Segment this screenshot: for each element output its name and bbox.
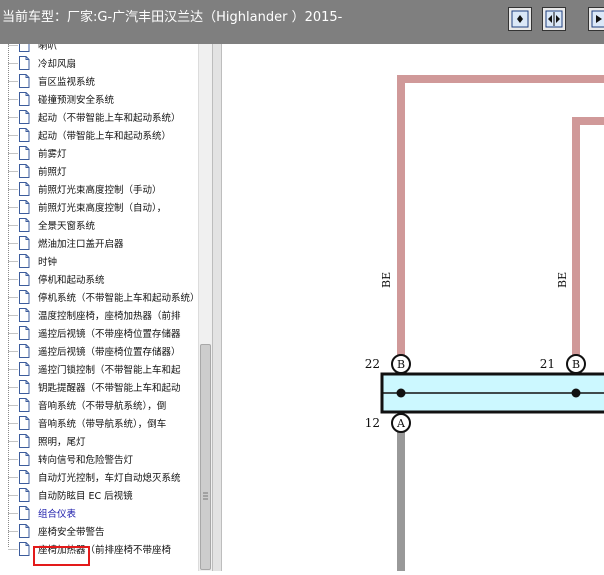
junction-dot-right <box>571 388 581 398</box>
document-icon <box>19 344 30 358</box>
sidebar-item-label: 遥控后视镜（不带座椅位置存储器 <box>38 329 181 340</box>
sidebar-item-label: 停机系统（不带智能上车和起动系统） <box>38 293 200 304</box>
sidebar-item-label: 全景天窗系统 <box>38 221 96 232</box>
sidebar-tree: 喇叭冷却风扇盲区监视系统碰撞预测安全系统起动（不带智能上车和起动系统） 起动（带智… <box>0 44 212 571</box>
document-icon <box>19 110 30 124</box>
document-icon <box>19 488 30 502</box>
sidebar-item-label: 前照灯 <box>38 167 67 178</box>
grip-icon <box>203 492 208 500</box>
document-icon <box>19 506 30 520</box>
sidebar-item-label: 照明，尾灯 <box>38 437 86 448</box>
next-button[interactable] <box>588 7 604 31</box>
document-icon <box>19 398 30 412</box>
title-bar: 当前车型：厂家:G-广汽丰田汉兰达（Highlander ）2015- <box>0 0 604 44</box>
document-icon <box>19 542 30 556</box>
sidebar-item-label: 组合仪表 <box>38 509 77 520</box>
document-icon <box>19 326 30 340</box>
sidebar-item-label: 碰撞预测安全系统 <box>38 95 115 106</box>
sidebar-item-label: 燃油加注口盖开启器 <box>38 239 124 250</box>
sidebar-item-label: 时钟 <box>38 257 58 268</box>
wire-label-right: BE <box>556 272 569 288</box>
sidebar-item-label: 遥控后视镜（带座椅位置存储器） <box>38 347 181 358</box>
sidebar-item-label: 钥匙提醒器（不带智能上车和起动 <box>38 383 181 394</box>
diagram-svg: BE BE B 22 B 21 A 12 <box>365 75 604 571</box>
sidebar-item-label: 停机和起动系统 <box>38 275 105 286</box>
sidebar-item-label: 遥控门锁控制（不带智能上车和起 <box>38 365 181 376</box>
document-icon <box>19 362 30 376</box>
document-icon <box>19 416 30 430</box>
sidebar-item-label: 冷却风扇 <box>38 59 77 70</box>
document-icon <box>19 74 30 88</box>
fit-page-button[interactable] <box>508 7 532 31</box>
window-title: 当前车型：厂家:G-广汽丰田汉兰达（Highlander ）2015- <box>2 10 343 25</box>
scrollbar-thumb[interactable] <box>200 344 211 570</box>
pin-letter-22: B <box>397 358 405 371</box>
pane-splitter[interactable] <box>212 44 222 571</box>
document-icon <box>19 470 30 484</box>
fit-width-button[interactable] <box>542 7 566 31</box>
wire-be-right <box>572 117 604 355</box>
document-icon <box>19 164 30 178</box>
document-icon <box>19 128 30 142</box>
sidebar-item-label: 前雾灯 <box>38 149 67 160</box>
sidebar-item-label: 温度控制座椅，座椅加热器（前排 <box>38 311 181 322</box>
document-icon <box>19 524 30 538</box>
pin-letter-21: B <box>572 358 580 371</box>
sidebar-item-label: 自动防眩目 EC 后视镜 <box>38 491 133 502</box>
wiring-diagram: BE BE B 22 B 21 A 12 <box>222 44 604 571</box>
sidebar-item-label: 起动（不带智能上车和起动系统） <box>38 113 181 124</box>
next-icon <box>591 10 604 28</box>
pin-number-21: 21 <box>540 357 555 371</box>
sidebar-item-label: 盲区监视系统 <box>38 77 96 88</box>
sidebar-item-label: 起动（带智能上车和起动系统） <box>38 131 172 142</box>
sidebar-item-label: 前照灯光束高度控制（手动） <box>38 185 162 196</box>
document-icon <box>19 182 30 196</box>
document-icon <box>19 290 30 304</box>
sidebar-item-label: 音响系统（带导航系统），倒车 <box>38 419 167 430</box>
sidebar-item-label: 喇叭 <box>38 44 58 52</box>
document-icon <box>19 236 30 250</box>
document-icon <box>19 380 30 394</box>
wire-label-left: BE <box>380 272 393 288</box>
pin-number-22: 22 <box>365 357 380 371</box>
document-icon <box>19 146 30 160</box>
sidebar-item-label: 自动灯光控制，车灯自动熄灭系统 <box>38 473 181 484</box>
sidebar-item-label: 座椅安全带警告 <box>38 527 105 538</box>
sidebar-item-label: 音响系统（不带导航系统），倒 <box>38 401 167 412</box>
document-icon <box>19 200 30 214</box>
pin-letter-12: A <box>396 417 406 430</box>
document-icon <box>19 56 30 70</box>
document-icon <box>19 272 30 286</box>
sidebar-item-label: 转向信号和危险警告灯 <box>38 455 134 466</box>
sidebar-scrollbar[interactable] <box>198 44 212 571</box>
document-icon <box>19 218 30 232</box>
document-icon <box>19 434 30 448</box>
fit-page-icon <box>511 10 529 28</box>
document-icon <box>19 254 30 268</box>
selected-item-highlight <box>33 546 90 566</box>
pin-number-12: 12 <box>365 416 380 430</box>
document-icon <box>19 92 30 106</box>
sidebar-item-label: 前照灯光束高度控制（自动）， <box>38 203 167 214</box>
document-icon <box>19 452 30 466</box>
document-icon <box>19 308 30 322</box>
document-icon <box>19 44 30 52</box>
junction-dot-left <box>396 388 406 398</box>
fit-width-icon <box>545 10 563 28</box>
